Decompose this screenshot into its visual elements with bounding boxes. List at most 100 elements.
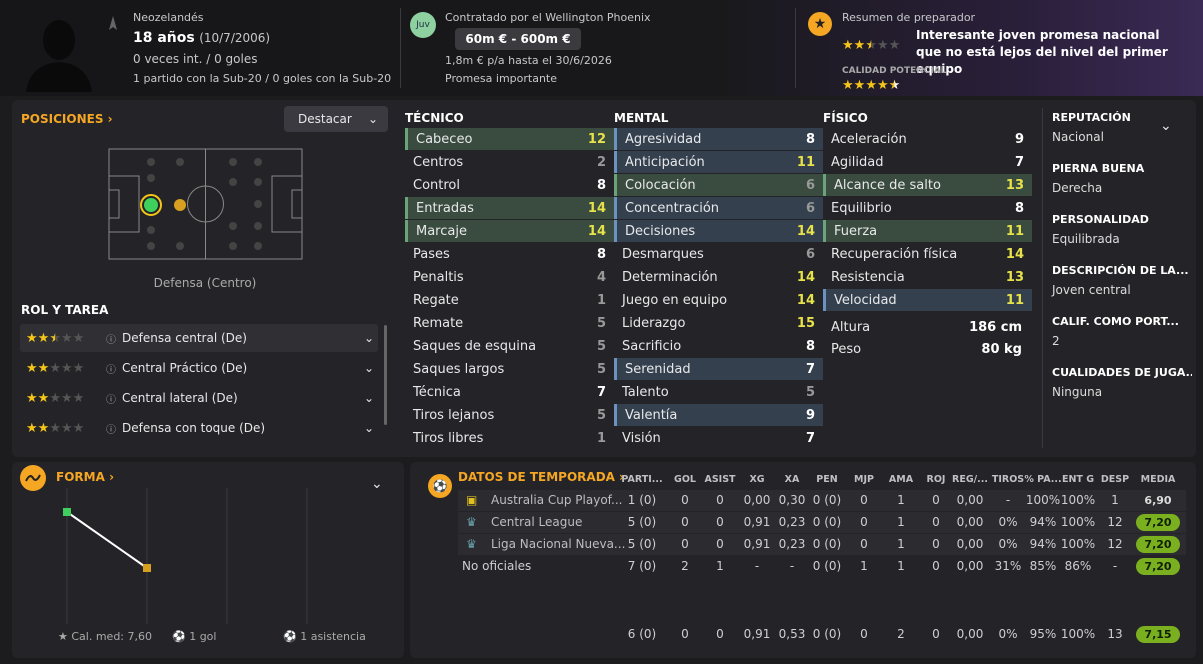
star-empty-icon: ★: [888, 38, 901, 53]
attribute-value: 6: [805, 200, 815, 216]
attribute-name: Regate: [413, 292, 459, 308]
attribute-row[interactable]: Desmarques 6: [614, 243, 823, 265]
competition-icon: ▣: [466, 493, 478, 507]
attribute-row[interactable]: Talento 5: [614, 381, 823, 403]
attribute-name: Serenidad: [625, 361, 691, 377]
attribute-value: 6: [805, 177, 815, 193]
form-point[interactable]: [63, 508, 71, 516]
attribute-row[interactable]: Concentración 6: [614, 197, 823, 219]
attribute-name: Tiros lejanos: [413, 407, 495, 423]
attribute-row[interactable]: Visión 7: [614, 427, 823, 449]
attribute-row[interactable]: Marcaje 14: [405, 220, 614, 242]
attribute-row[interactable]: Valentía 9: [614, 404, 823, 426]
attribute-row[interactable]: Agresividad 8: [614, 128, 823, 150]
attribute-row[interactable]: Saques largos 5: [405, 358, 614, 380]
attribute-value: 5: [596, 315, 606, 331]
star-full-icon: ★: [37, 391, 50, 406]
attribute-row[interactable]: Recuperación física 14: [823, 243, 1032, 265]
coach-star-icon: ★: [808, 12, 832, 36]
info-icon: ⓘ: [106, 334, 116, 346]
competition-icon: ♛: [466, 537, 477, 551]
star-empty-icon: ★: [60, 421, 73, 436]
season-header[interactable]: MEDIA: [1136, 474, 1180, 485]
attribute-row[interactable]: Colocación 6: [614, 174, 823, 196]
attribute-row[interactable]: Saques de esquina 5: [405, 335, 614, 357]
attribute-row[interactable]: Aceleración 9: [823, 128, 1032, 150]
attribute-row[interactable]: Serenidad 7: [614, 358, 823, 380]
weight-label: Peso: [831, 342, 862, 357]
attribute-row[interactable]: Resistencia 13: [823, 266, 1032, 288]
form-point[interactable]: [143, 564, 151, 572]
attribute-name: Aceleración: [831, 131, 907, 147]
attribute-value: 8: [596, 246, 606, 262]
star-empty-icon: ★: [876, 38, 889, 53]
attribute-row[interactable]: Anticipación 11: [614, 151, 823, 173]
attribute-value: 11: [1005, 223, 1024, 239]
attribute-row[interactable]: Equilibrio 8: [823, 197, 1032, 219]
attribute-row[interactable]: Agilidad 7: [823, 151, 1032, 173]
attribute-value: 8: [805, 131, 815, 147]
season-cell: 12: [1107, 515, 1123, 529]
attribute-row[interactable]: Control 8: [405, 174, 614, 196]
role-row[interactable]: ★★★★★ ⓘ Defensa central (De) ⌄: [20, 324, 378, 352]
attribute-value: 4: [596, 269, 606, 285]
attribute-row[interactable]: Velocidad 11: [823, 289, 1032, 311]
season-cell: 1: [1111, 493, 1119, 507]
reputation-chevron-icon[interactable]: ⌄: [1160, 118, 1172, 134]
role-label: Defensa central (De): [122, 331, 247, 345]
season-rating-badge: 7,20: [1136, 514, 1180, 531]
attribute-value: 8: [1014, 200, 1024, 216]
competition-name[interactable]: No oficiales: [462, 559, 531, 573]
attribute-value: 1: [596, 292, 606, 308]
attribute-row[interactable]: Liderazgo 15: [614, 312, 823, 334]
attribute-row[interactable]: Fuerza 11: [823, 220, 1032, 242]
attribute-row[interactable]: Pases 8: [405, 243, 614, 265]
pitch-diagram: [108, 148, 303, 260]
roles-scrollbar[interactable]: [384, 325, 387, 425]
attribute-row[interactable]: Entradas 14: [405, 197, 614, 219]
competition-name[interactable]: Australia Cup Playof...: [491, 493, 622, 507]
role-row[interactable]: ★★★★★ ⓘ Central lateral (De) ⌄: [20, 384, 378, 412]
season-header[interactable]: PARTI...: [620, 474, 664, 485]
highlight-dropdown[interactable]: Destacar ⌄: [284, 106, 388, 132]
attribute-row[interactable]: Determinación 14: [614, 266, 823, 288]
star-full-icon: ★: [876, 78, 889, 93]
season-cell: 5 (0): [627, 515, 657, 529]
attribute-name: Pases: [413, 246, 450, 262]
attribute-row[interactable]: Centros 2: [405, 151, 614, 173]
attribute-row[interactable]: Remate 5: [405, 312, 614, 334]
info-label: DESCRIPCIÓN DE LA...: [1052, 264, 1189, 277]
attribute-row[interactable]: Penaltis 4: [405, 266, 614, 288]
attribute-row[interactable]: Técnica 7: [405, 381, 614, 403]
attribute-row[interactable]: Decisiones 14: [614, 220, 823, 242]
star-empty-icon: ★: [72, 331, 85, 346]
attribute-value: 2: [596, 154, 606, 170]
position-label: Defensa (Centro): [153, 276, 257, 290]
competition-name[interactable]: Liga Nacional Nueva...: [491, 537, 625, 551]
season-title[interactable]: DATOS DE TEMPORADA ›: [458, 470, 624, 484]
season-cell: 13: [1107, 627, 1123, 641]
form-title[interactable]: FORMA ›: [56, 470, 114, 484]
youth-badge: Juv: [410, 12, 436, 38]
roles-title: ROL Y TAREA: [21, 303, 109, 317]
attribute-name: Velocidad: [834, 292, 897, 308]
attribute-value: 14: [796, 292, 815, 308]
season-header[interactable]: DESP: [1093, 474, 1137, 485]
info-value: Equilibrada: [1052, 232, 1120, 246]
attribute-row[interactable]: Cabeceo 12: [405, 128, 614, 150]
positions-title[interactable]: POSICIONES ›: [21, 112, 113, 126]
attribute-row[interactable]: Alcance de salto 13: [823, 174, 1032, 196]
attribute-row[interactable]: Sacrificio 8: [614, 335, 823, 357]
role-row[interactable]: ★★★★★ ⓘ Central Práctico (De) ⌄: [20, 354, 378, 382]
attribute-row[interactable]: Tiros lejanos 5: [405, 404, 614, 426]
competition-name[interactable]: Central League: [491, 515, 582, 529]
chevron-down-icon: ⌄: [363, 331, 374, 345]
attribute-row[interactable]: Regate 1: [405, 289, 614, 311]
attribute-row[interactable]: Juego en equipo 14: [614, 289, 823, 311]
attribute-row[interactable]: Tiros libres 1: [405, 427, 614, 449]
role-row[interactable]: ★★★★★ ⓘ Defensa con toque (De) ⌄: [20, 414, 378, 442]
contract-wage: 1,8m € p/a hasta el 30/6/2026: [445, 54, 612, 67]
attribute-name: Técnica: [413, 384, 461, 400]
attribute-name: Agresividad: [625, 131, 702, 147]
season-rating-badge: 7,15: [1136, 626, 1180, 643]
